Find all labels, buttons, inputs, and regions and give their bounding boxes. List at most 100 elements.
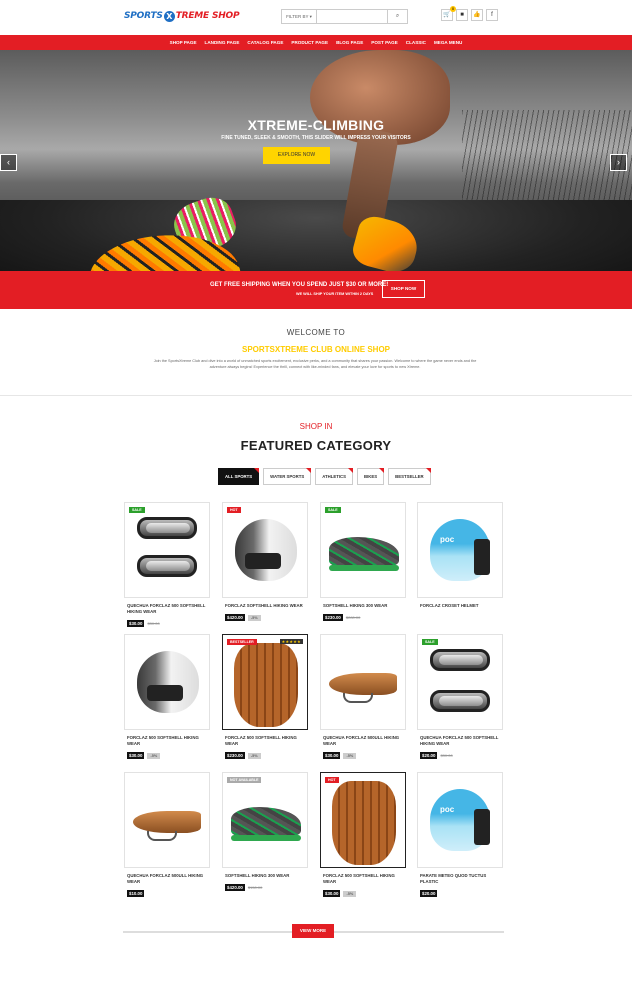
product-card[interactable]: HOT FORCLAZ SOFTSHELL HIKING WEAR $420.00-…	[222, 502, 308, 621]
welcome-subtitle: SPORTSXTREME CLUB ONLINE SHOP	[241, 345, 390, 354]
thumbs-up-icon: 👍	[473, 12, 481, 18]
nav-item-post-page[interactable]: POST PAGE	[371, 40, 397, 45]
nav-item-catalog-page[interactable]: CATALOG PAGE	[247, 40, 283, 45]
explore-now-button[interactable]: EXPLORE NOW	[263, 147, 330, 164]
hero-slider: XTREME-CLIMBING FINE TUNED, SLEEK & SMOO…	[0, 50, 632, 271]
product-name[interactable]: QUECHUA FORCLAZ 500ULL HIKING WEAR	[320, 735, 406, 747]
product-card[interactable]: poc PARATE METEO QUOD TUCTUS PLASTIC $20.0…	[417, 772, 503, 897]
view-more-button[interactable]: VIEW MORE	[292, 924, 334, 938]
discount-badge: -5%	[247, 614, 261, 621]
tab-athletics[interactable]: ATHLETICS	[315, 468, 353, 485]
tab-corner-marker	[306, 468, 312, 473]
tab-water-sports[interactable]: WATER SPORTS	[263, 468, 312, 485]
product-image[interactable]: poc	[417, 772, 503, 868]
site-logo[interactable]: SPORTS X TREME SHOP	[124, 9, 240, 23]
product-name[interactable]: SOFTSHELL HIKING 300 WEAR	[320, 603, 406, 609]
product-name[interactable]: FORCLAZ CROSET HELMET	[417, 603, 503, 609]
product-price-row: $230.00 -5%	[222, 752, 308, 759]
product-image[interactable]: poc	[417, 502, 503, 598]
tab-corner-marker	[348, 468, 353, 473]
nav-item-classic[interactable]: CLASSIC	[406, 40, 426, 45]
facebook-button[interactable]: f	[486, 9, 498, 21]
product-card[interactable]: SALE SOFTSHELL HIKING 300 WEAR $230.00 $280…	[320, 502, 406, 621]
product-old-price: $280.00	[345, 615, 361, 620]
nav-item-blog-page[interactable]: BLOG PAGE	[336, 40, 363, 45]
product-card[interactable]: QUECHUA FORCLAZ 500ULL HIKING WEAR $10.00	[124, 772, 210, 897]
product-card[interactable]: poc FORCLAZ CROSET HELMET	[417, 502, 503, 614]
product-image[interactable]	[124, 634, 210, 730]
product-name[interactable]: SOFTSHELL HIKING 300 WEAR	[222, 873, 308, 879]
search-button[interactable]: ⌕	[387, 10, 407, 23]
shop-now-button[interactable]: SHOP NOW	[382, 280, 425, 298]
shipping-banner: GET FREE SHIPPING WHEN YOU SPEND JUST $3…	[0, 271, 632, 309]
logo-text-sports: SPORTS	[124, 11, 163, 21]
slider-next-button[interactable]: ›	[610, 154, 627, 171]
product-card[interactable]: SALE QUECHUA FORCLAZ 500 SOFTSHELL HIKING…	[417, 634, 503, 759]
cart-icon: 🛒	[443, 12, 451, 18]
product-price-row: $30.00 -5%	[320, 752, 406, 759]
product-name[interactable]: QUECHUA FORCLAZ 500ULL HIKING WEAR	[124, 873, 210, 885]
tab-bikes[interactable]: BIKES	[357, 468, 385, 485]
product-image[interactable]: SALE	[417, 634, 503, 730]
nav-item-mega-menu[interactable]: MEGA MENU	[434, 40, 462, 45]
product-image[interactable]: HOT	[320, 772, 406, 868]
product-image[interactable]	[320, 634, 406, 730]
product-name[interactable]: PARATE METEO QUOD TUCTUS PLASTIC	[417, 873, 503, 885]
product-name[interactable]: FORCLAZ 500 SOFTSHELL HIKING WEAR	[124, 735, 210, 747]
filter-dropdown[interactable]: FILTER BY ▾	[282, 10, 317, 23]
product-name[interactable]: QUECHUA FORCLAZ 500 SOFTSHELL HIKING WEA…	[417, 735, 503, 747]
cart-button[interactable]: 🛒 0	[441, 6, 456, 21]
product-name[interactable]: FORCLAZ SOFTSHELL HIKING WEAR	[222, 603, 308, 609]
tab-all-sports[interactable]: ALL SPORTS	[218, 468, 260, 485]
discount-badge: -5%	[343, 890, 357, 897]
helmet-image	[235, 519, 297, 581]
product-card[interactable]: BESTSELLER ★★★★★ FORCLAZ 500 SOFTSHELL HIK…	[222, 634, 308, 759]
shipping-headline: GET FREE SHIPPING WHEN YOU SPEND JUST $3…	[210, 282, 389, 288]
filter-label: FILTER BY	[286, 14, 309, 19]
product-price-row: $10.00	[124, 890, 210, 897]
header-icons: 🛒 0 ■ 👍 f	[441, 6, 498, 21]
product-image[interactable]: HOT	[222, 502, 308, 598]
baseball-glove-image	[234, 643, 298, 727]
product-name[interactable]: FORCLAZ 500 SOFTSHELL HIKING WEAR	[320, 873, 406, 885]
product-card[interactable]: HOT FORCLAZ 500 SOFTSHELL HIKING WEAR $30.…	[320, 772, 406, 897]
product-name[interactable]: QUECHUA FORCLAZ 500 SOFTSHELL HIKING WEA…	[124, 603, 210, 615]
product-image[interactable]: SALE	[124, 502, 210, 598]
tab-label: WATER SPORTS	[270, 474, 305, 479]
shop-in-eyebrow: SHOP IN	[299, 422, 333, 431]
hero-subtitle: FINE TUNED, SLEEK & SMOOTH, THIS SLIDER …	[221, 135, 411, 141]
nav-item-shop-page[interactable]: SHOP PAGE	[170, 40, 197, 45]
goggles-image	[137, 555, 197, 577]
like-button[interactable]: 👍	[471, 9, 483, 21]
product-price-row: $420.00 $150.00	[222, 884, 308, 891]
tab-corner-marker	[254, 468, 260, 473]
tab-bestseller[interactable]: BESTSELLER	[388, 468, 431, 485]
nav-item-product-page[interactable]: PRODUCT PAGE	[291, 40, 328, 45]
product-price: $30.00	[127, 620, 145, 627]
hiking-shoe-image	[231, 807, 301, 841]
product-price-row: $30.00 -5%	[320, 890, 406, 897]
product-price-row: $30.00 -5%	[124, 752, 210, 759]
product-image[interactable]: SALE	[320, 502, 406, 598]
product-card[interactable]: NOT AVAILABLE SOFTSHELL HIKING 300 WEAR $4…	[222, 772, 308, 891]
baseball-glove-image	[332, 781, 396, 865]
product-card[interactable]: QUECHUA FORCLAZ 500ULL HIKING WEAR $30.00…	[320, 634, 406, 759]
slider-prev-button[interactable]: ‹	[0, 154, 17, 171]
product-badge: SALE	[325, 507, 341, 513]
discount-badge: -5%	[343, 752, 357, 759]
site-header: SPORTS X TREME SHOP FILTER BY ▾ ⌕ 🛒 0 ■ 👍…	[0, 0, 632, 35]
product-card[interactable]: FORCLAZ 500 SOFTSHELL HIKING WEAR $30.00-…	[124, 634, 210, 759]
nav-item-landing-page[interactable]: LANDING PAGE	[205, 40, 240, 45]
goggles-image	[430, 649, 490, 671]
product-image[interactable]: BESTSELLER ★★★★★	[222, 634, 308, 730]
product-price: $30.00	[323, 752, 341, 759]
product-image[interactable]	[124, 772, 210, 868]
product-price: $230.00	[225, 752, 245, 759]
compare-button[interactable]: ■	[456, 9, 468, 21]
search-input[interactable]	[317, 10, 387, 23]
product-name[interactable]: FORCLAZ 500 SOFTSHELL HIKING WEAR	[222, 735, 308, 747]
product-price: $20.00	[420, 752, 438, 759]
tab-label: BIKES	[364, 474, 378, 479]
product-image[interactable]: NOT AVAILABLE	[222, 772, 308, 868]
product-card[interactable]: SALE QUECHUA FORCLAZ 500 SOFTSHELL HIKING…	[124, 502, 210, 627]
